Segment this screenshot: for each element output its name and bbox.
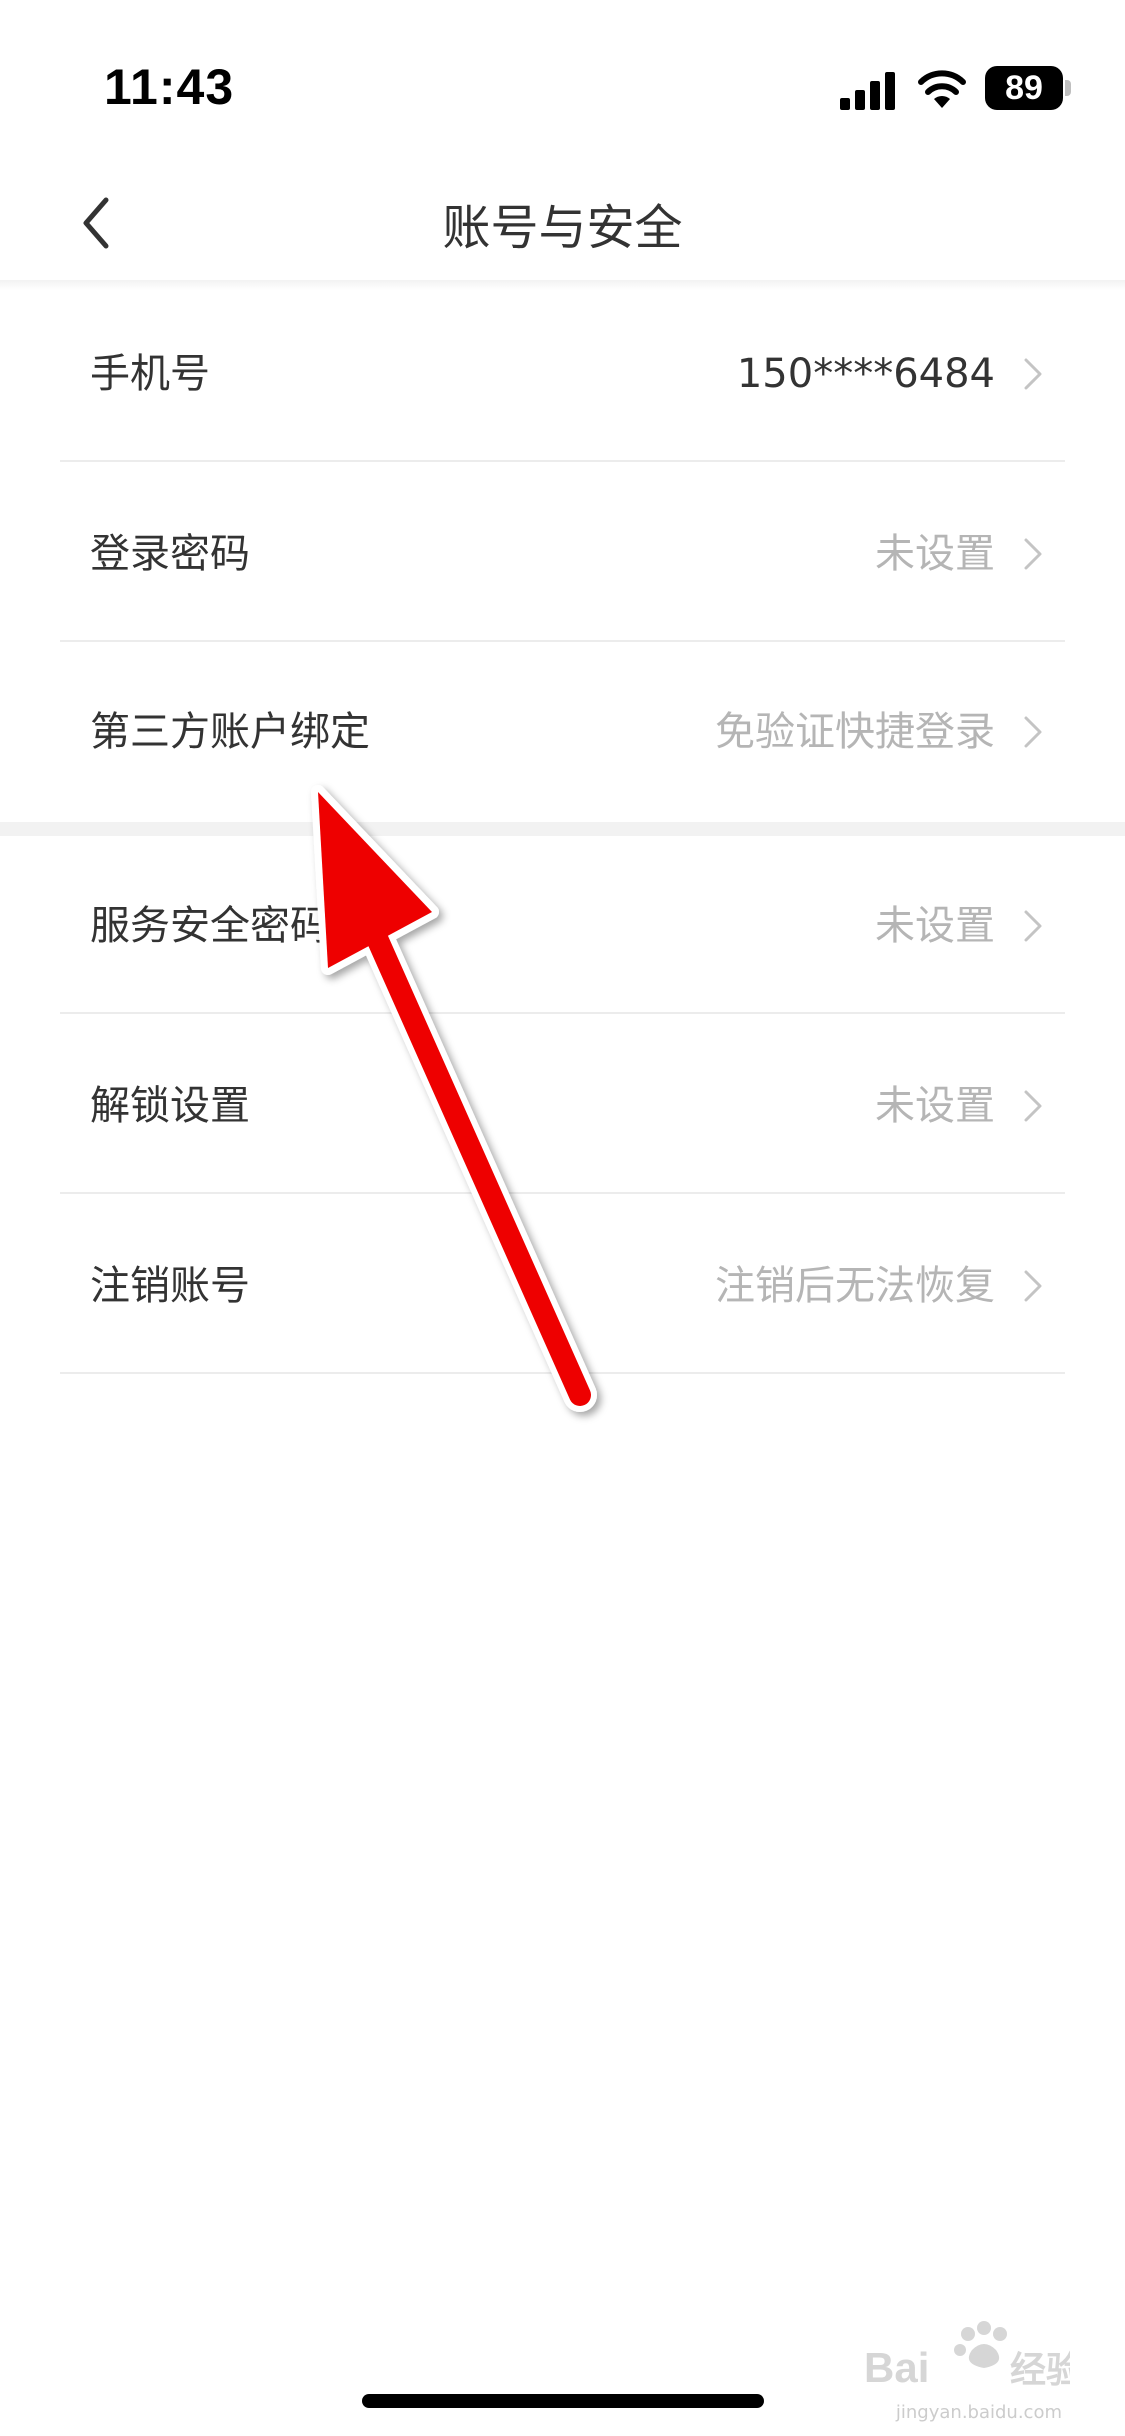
battery-tip	[1065, 80, 1071, 96]
chevron-right-icon	[1024, 358, 1042, 390]
divider	[60, 1012, 1065, 1014]
section-gap	[0, 822, 1125, 836]
divider	[60, 1372, 1065, 1374]
divider	[60, 460, 1065, 462]
row-value: 未设置	[875, 531, 995, 577]
row-label: 手机号	[90, 351, 210, 397]
row-phone-number[interactable]: 手机号 150****6484	[0, 284, 1125, 464]
row-service-security-password[interactable]: 服务安全密码 未设置	[0, 836, 1125, 1016]
svg-text:Bai: Bai	[864, 2344, 929, 2391]
row-unlock-settings[interactable]: 解锁设置 未设置	[0, 1016, 1125, 1196]
baidu-jingyan-watermark: Bai 经验	[864, 2321, 1070, 2391]
chevron-right-icon	[1024, 1270, 1042, 1302]
row-value: 未设置	[875, 903, 995, 949]
row-label: 登录密码	[90, 531, 250, 577]
row-value: 未设置	[875, 1083, 995, 1129]
row-delete-account[interactable]: 注销账号 注销后无法恢复	[0, 1196, 1125, 1376]
row-label: 服务安全密码	[90, 903, 330, 949]
row-value: 注销后无法恢复	[715, 1263, 995, 1309]
row-third-party-binding[interactable]: 第三方账户绑定 免验证快捷登录	[0, 642, 1125, 822]
divider	[60, 1192, 1065, 1194]
row-label: 注销账号	[90, 1263, 250, 1309]
battery-icon: 89	[985, 66, 1071, 110]
home-indicator	[362, 2394, 764, 2408]
nav-bar: 账号与安全	[0, 160, 1125, 282]
row-label: 解锁设置	[90, 1083, 250, 1129]
chevron-right-icon	[1024, 1090, 1042, 1122]
row-label: 第三方账户绑定	[90, 709, 370, 755]
svg-text:经验: 经验	[1010, 2350, 1070, 2391]
page-title: 账号与安全	[442, 200, 683, 256]
wifi-icon	[918, 70, 966, 108]
status-time: 11:43	[104, 59, 235, 115]
chevron-right-icon	[1024, 538, 1042, 570]
battery-level: 89	[985, 66, 1063, 110]
chevron-right-icon	[1024, 716, 1042, 748]
status-bar: 11:43 89	[0, 0, 1125, 160]
row-value: 免验证快捷登录	[715, 709, 995, 755]
signal-icon	[840, 72, 895, 110]
chevron-right-icon	[1024, 910, 1042, 942]
row-value: 150****6484	[736, 351, 995, 397]
row-login-password[interactable]: 登录密码 未设置	[0, 464, 1125, 644]
